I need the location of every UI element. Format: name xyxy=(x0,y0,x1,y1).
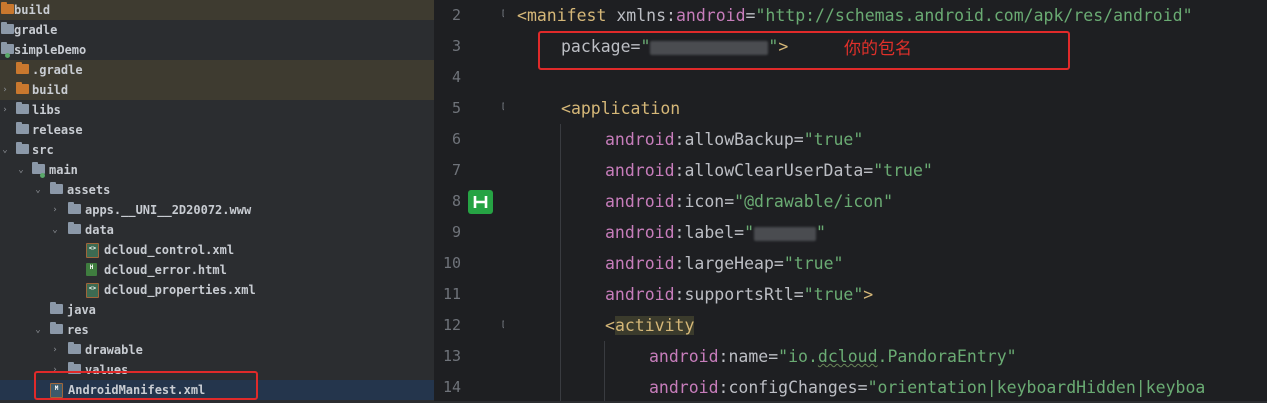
code-line-12: <activity xyxy=(605,316,695,335)
line-number: 5 xyxy=(451,99,461,117)
code-line-9: android:label=" " xyxy=(605,223,826,242)
tree-item-src[interactable]: ⌄ src xyxy=(0,140,434,160)
tree-item-release[interactable]: release xyxy=(0,120,434,140)
tree-item-apps[interactable]: › apps.__UNI__2D20072.www xyxy=(0,200,434,220)
highlight-box-package xyxy=(538,31,1070,70)
tree-item-build-root[interactable]: build xyxy=(0,0,434,20)
chevron-down-icon[interactable]: ⌄ xyxy=(33,180,43,200)
tree-item-gradle[interactable]: gradle xyxy=(0,20,434,40)
folder-icon xyxy=(68,222,81,234)
folder-icon xyxy=(1,2,14,14)
tree-item-libs[interactable]: › libs xyxy=(0,100,434,120)
line-number: 13 xyxy=(442,347,461,365)
tree-item-label: drawable xyxy=(85,343,143,357)
tree-item-label: dcloud_properties.xml xyxy=(104,283,256,297)
project-tree: build gradle simpleDemo .gradle › build … xyxy=(0,0,434,401)
tree-item-label: java xyxy=(67,303,96,317)
chevron-down-icon[interactable]: ⌄ xyxy=(33,320,43,340)
line-number: 7 xyxy=(451,161,461,179)
tree-item-dcloud-error[interactable]: H dcloud_error.html xyxy=(0,260,434,280)
tree-item-assets[interactable]: ⌄ assets xyxy=(0,180,434,200)
folder-icon xyxy=(16,142,29,154)
chevron-down-icon[interactable]: ⌄ xyxy=(16,160,26,180)
chevron-down-icon[interactable]: ⌄ xyxy=(50,220,60,240)
tree-item-label: data xyxy=(85,223,114,237)
h-gutter-icon[interactable] xyxy=(468,190,493,214)
tree-item-label: assets xyxy=(67,183,111,197)
folder-icon xyxy=(16,82,29,94)
tree-item-label: .gradle xyxy=(32,63,83,77)
source-indicator-icon xyxy=(40,173,45,178)
tree-item-label: build xyxy=(14,3,51,17)
tree-item-label: src xyxy=(32,143,54,157)
tree-item-drawable[interactable]: › drawable xyxy=(0,340,434,360)
folder-icon xyxy=(16,102,29,114)
tree-item-dot-gradle[interactable]: .gradle xyxy=(0,60,434,80)
code-line-6: android:allowBackup="true" xyxy=(605,130,864,149)
folder-icon xyxy=(68,202,81,214)
tree-item-label: dcloud_error.html xyxy=(104,263,227,277)
editor-gutter: 2 3 4 5 6 7 8 9 10 11 12 13 14 xyxy=(434,0,514,401)
line-number: 11 xyxy=(442,285,461,303)
code-line-7: android:allowClearUserData="true" xyxy=(605,161,933,180)
indent-guide xyxy=(604,341,605,401)
tree-item-label: simpleDemo xyxy=(14,43,87,57)
tree-item-label: dcloud_control.xml xyxy=(104,243,235,257)
annotation-label: 你的包名 xyxy=(844,39,912,59)
code-line-14: android:configChanges="orientation|keybo… xyxy=(649,378,1206,397)
chevron-right-icon[interactable]: › xyxy=(0,100,10,120)
line-number: 14 xyxy=(442,378,461,396)
highlight-box-manifest xyxy=(34,371,258,400)
redacted-app-label xyxy=(754,226,817,241)
tree-item-data[interactable]: ⌄ data xyxy=(0,220,434,240)
line-number: 4 xyxy=(451,68,461,86)
html-file-icon: H xyxy=(86,263,97,276)
tree-item-simpledemo[interactable]: simpleDemo xyxy=(0,40,434,60)
line-number: 8 xyxy=(451,192,461,210)
code-line-10: android:largeHeap="true" xyxy=(605,254,844,273)
tree-item-dcloud-properties[interactable]: <> dcloud_properties.xml xyxy=(0,280,434,300)
resources-folder-icon xyxy=(50,322,63,334)
tree-item-label: gradle xyxy=(14,23,58,37)
line-number: 3 xyxy=(451,37,461,55)
indent-guide xyxy=(560,124,561,401)
line-number: 6 xyxy=(451,130,461,148)
code-line-8: android:icon="@drawable/icon" xyxy=(605,192,894,211)
tree-item-build[interactable]: › build xyxy=(0,80,434,100)
tree-item-label: res xyxy=(67,323,89,337)
folder-icon xyxy=(16,122,29,134)
chevron-right-icon[interactable]: › xyxy=(50,200,60,220)
folder-icon xyxy=(68,342,81,354)
tree-item-res[interactable]: ⌄ res xyxy=(0,320,434,340)
line-number: 2 xyxy=(451,6,461,24)
xml-file-icon: <> xyxy=(86,283,99,298)
line-number: 12 xyxy=(442,316,461,334)
chevron-down-icon[interactable]: ⌄ xyxy=(0,140,10,160)
line-number: 10 xyxy=(442,254,461,272)
tree-item-label: libs xyxy=(32,103,61,117)
folder-icon xyxy=(50,302,63,314)
tree-item-dcloud-control[interactable]: <> dcloud_control.xml xyxy=(0,240,434,260)
code-line-13: android:name="io.dcloud.PandoraEntry" xyxy=(649,347,1017,366)
chevron-right-icon[interactable]: › xyxy=(50,340,60,360)
line-number: 9 xyxy=(451,223,461,241)
folder-icon xyxy=(1,22,14,34)
tree-item-java[interactable]: java xyxy=(0,300,434,320)
tree-item-label: apps.__UNI__2D20072.www xyxy=(85,203,252,217)
tree-item-label: release xyxy=(32,123,83,137)
xml-file-icon: <> xyxy=(86,243,99,258)
tree-item-main[interactable]: ⌄ main xyxy=(0,160,434,180)
tree-item-label: main xyxy=(49,163,78,177)
module-indicator-icon xyxy=(5,53,10,58)
chevron-right-icon[interactable]: › xyxy=(0,80,10,100)
code-line-11: android:supportsRtl="true"> xyxy=(605,285,874,304)
code-line-5: <application xyxy=(561,99,681,118)
assets-folder-icon xyxy=(50,182,63,194)
folder-icon xyxy=(16,62,29,74)
tree-item-label: build xyxy=(32,83,69,97)
code-line-2: <manifest xmlns:android="http://schemas.… xyxy=(517,6,1193,25)
